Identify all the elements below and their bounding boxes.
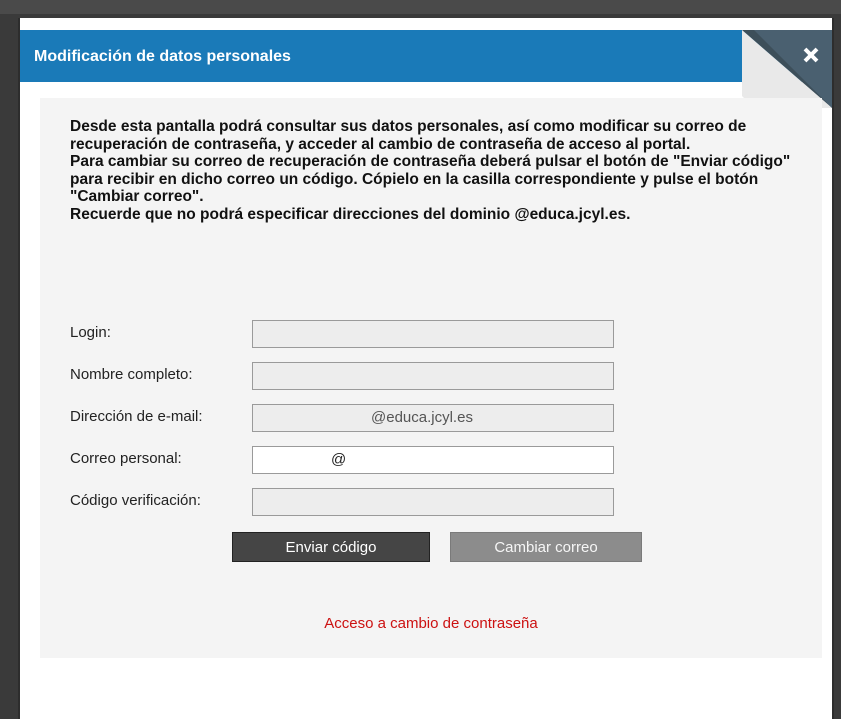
fullname-field: [252, 362, 614, 390]
intro-paragraph-2: Para cambiar su correo de recuperación d…: [70, 153, 791, 205]
verification-code-input[interactable]: [252, 488, 614, 516]
login-label: Login:: [70, 324, 111, 341]
close-x-icon: [742, 30, 832, 108]
fullname-row: Nombre completo:: [70, 362, 790, 392]
close-button[interactable]: [742, 18, 832, 108]
send-code-button[interactable]: Enviar código: [232, 532, 430, 562]
backdrop: [0, 0, 841, 14]
personal-email-row: Correo personal: @: [70, 446, 790, 476]
dialog-title: Modificación de datos personales: [34, 48, 291, 65]
dialog-titlebar: Modificación de datos personales: [20, 30, 832, 82]
dialog-footer-space: [20, 658, 832, 719]
fullname-label: Nombre completo:: [70, 366, 193, 383]
personal-email-label: Correo personal:: [70, 450, 182, 467]
email-row: Dirección de e-mail: @educa.jcyl.es: [70, 404, 790, 434]
intro-paragraph-1: Desde esta pantalla podrá consultar sus …: [70, 118, 747, 153]
verification-code-label: Código verificación:: [70, 492, 201, 509]
personal-email-input[interactable]: @: [252, 446, 614, 474]
email-label: Dirección de e-mail:: [70, 408, 203, 425]
verification-code-row: Código verificación:: [70, 488, 790, 518]
change-email-button[interactable]: Cambiar correo: [450, 532, 642, 562]
email-field: @educa.jcyl.es: [252, 404, 614, 432]
dialog-content: Desde esta pantalla podrá consultar sus …: [40, 98, 822, 658]
intro-text: Desde esta pantalla podrá consultar sus …: [70, 118, 810, 223]
password-change-link[interactable]: Acceso a cambio de contraseña: [40, 615, 822, 632]
login-row: Login:: [70, 320, 790, 350]
personal-data-dialog: Modificación de datos personales Desde e…: [18, 18, 834, 719]
personal-email-at: @: [331, 451, 347, 468]
login-field: [252, 320, 614, 348]
email-domain-text: @educa.jcyl.es: [371, 409, 473, 426]
intro-paragraph-3: Recuerde que no podrá especificar direcc…: [70, 205, 631, 223]
